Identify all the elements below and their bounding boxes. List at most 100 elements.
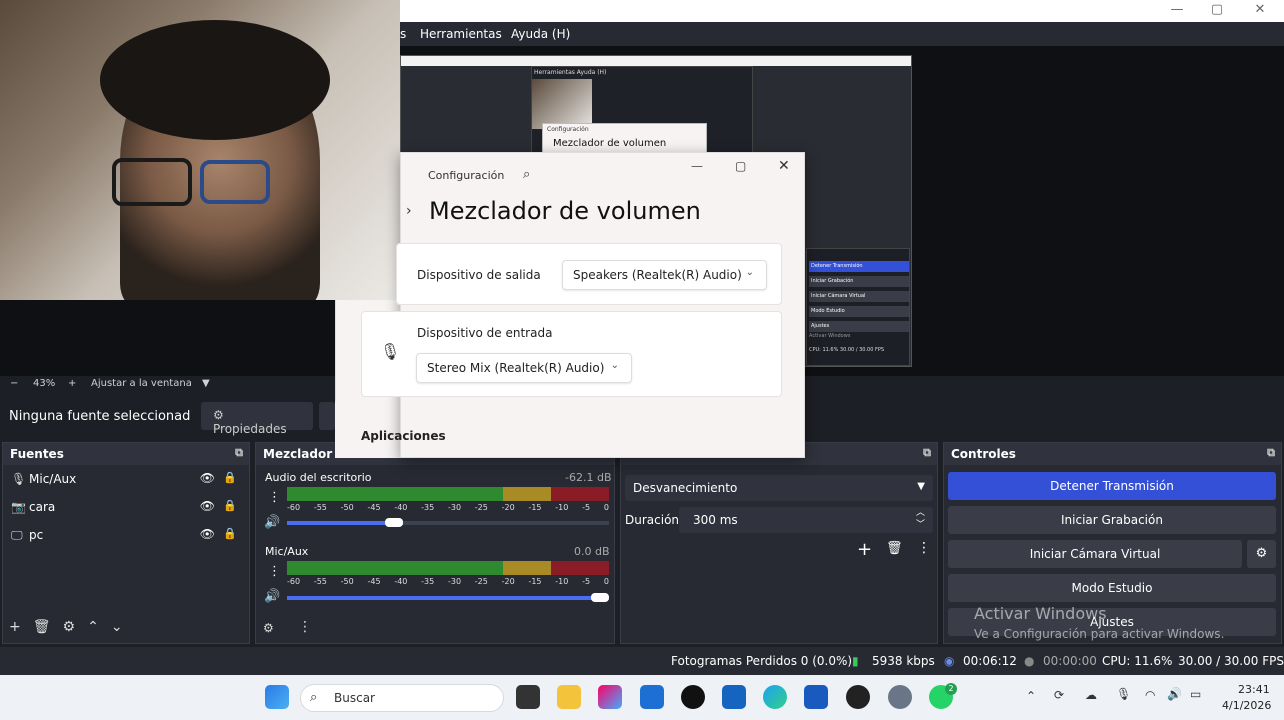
dialog-minimize-button[interactable]: — [691,159,703,173]
virtual-camera-button[interactable]: Iniciar Cámara Virtual [948,540,1242,568]
speaker-icon[interactable]: 🔊 [264,515,280,530]
search-placeholder: Buscar [334,691,375,705]
meter-tick-label: -10 [555,503,569,512]
menu-help[interactable]: Ayuda (H) [511,27,570,41]
eye-icon[interactable]: 👁 [200,499,215,513]
maximize-button[interactable]: ▢ [1202,2,1232,20]
fps: 30.00 / 30.00 FPS [1178,654,1284,668]
start-recording-button[interactable]: Iniciar Grabación [948,506,1276,534]
wifi-icon[interactable]: ◠ [1145,688,1155,702]
add-transition-icon[interactable]: + [857,539,872,560]
meter-tick-label: -5 [582,577,591,586]
volume-slider[interactable] [287,593,609,602]
channel-menu-icon[interactable]: ⋮ [268,564,281,579]
outlook-icon[interactable] [722,685,746,709]
zoom-out-button[interactable]: − [10,378,18,389]
trash-icon[interactable]: 🗑 [886,541,903,556]
mic-tray-icon[interactable]: 🎙 [1116,687,1131,701]
meter-tick-label: -35 [421,503,435,512]
mini-stop: Detener Transmisión [809,261,909,272]
audio-meter [287,487,609,501]
battery-icon[interactable]: ▭ [1190,687,1201,701]
dialog-close-button[interactable]: ✕ [778,158,790,174]
input-device-dropdown[interactable]: Stereo Mix (Realtek(R) Audio) ⌄ [416,353,632,383]
chevron-down-icon: ⌄ [745,267,754,278]
mini-vcam: Iniciar Cámara Virtual [809,291,909,302]
menu-tools[interactable]: Herramientas [420,27,502,41]
channel-menu-icon[interactable]: ⋮ [268,490,281,505]
meter-tick-label: 0 [603,503,609,512]
meter-tick-label: -45 [367,577,381,586]
obs-icon[interactable] [846,685,870,709]
input-device-value: Stereo Mix (Realtek(R) Audio) [427,361,605,375]
stepper-icon[interactable]: ︿ ﹀ [916,507,925,531]
dialog-maximize-button[interactable]: ▢ [735,159,746,173]
popout-icon[interactable]: ⧉ [235,446,243,460]
expand-chevron-icon[interactable]: › [406,203,412,219]
eye-icon[interactable]: 👁 [200,527,215,541]
duration-input[interactable]: 300 ms ︿ ﹀ [679,507,933,533]
clock-time[interactable]: 23:41 [1238,683,1270,696]
zoom-dropdown-icon[interactable]: ▼ [202,378,210,389]
transition-select[interactable]: Desvanecimiento ▼ [625,475,933,501]
meter-tick-label: -40 [394,503,408,512]
minimize-button[interactable]: — [1162,2,1192,20]
search-icon[interactable]: ⌕ [523,167,530,182]
mini-win: Activar Windows [809,333,851,339]
lock-icon[interactable]: 🔒 [223,527,237,540]
store-icon[interactable] [640,685,664,709]
tiktok-icon[interactable] [681,685,705,709]
popout-icon[interactable]: ⧉ [1267,446,1275,460]
windows-start-icon[interactable] [265,685,289,709]
studio-mode-button[interactable]: Modo Estudio [948,574,1276,602]
edge-icon[interactable] [763,685,787,709]
close-button[interactable]: ✕ [1245,2,1275,20]
tray-chevron-icon[interactable]: ⌃ [1026,689,1036,703]
volume-slider[interactable] [287,518,609,527]
trash-icon[interactable]: 🗑 [33,619,51,635]
cloud-icon[interactable]: ☁ [1085,688,1097,702]
eye-icon[interactable]: 👁 [200,471,215,485]
settings-app-icon[interactable] [888,685,912,709]
volume-knob[interactable] [591,593,609,602]
filters-button[interactable] [319,402,335,430]
meter-tick-label: -50 [340,503,354,512]
gear-icon[interactable]: ⚙ [63,619,76,635]
up-arrow-icon[interactable]: ⌃ [87,619,99,635]
lock-icon[interactable]: 🔒 [223,471,237,484]
mini-webcam [532,79,592,129]
mixer-settings-icon[interactable]: ⚙ [263,621,274,635]
mixer-menu-icon[interactable]: ⋮ [298,619,312,635]
sync-icon[interactable]: ⟳ [1054,688,1064,702]
clock-date[interactable]: 4/1/2026 [1222,699,1271,712]
menu-item-partial[interactable]: s [400,27,406,41]
meter-tick-label: -10 [555,577,569,586]
lock-icon[interactable]: 🔒 [223,499,237,512]
down-arrow-icon[interactable]: ⌄ [111,619,123,635]
transition-menu-icon[interactable]: ⋮ [917,540,931,556]
search-icon: ⌕ [310,690,318,705]
zoom-in-button[interactable]: + [68,378,76,389]
volume-icon[interactable]: 🔊 [1167,687,1182,701]
mini-studio: Modo Estudio [809,306,909,317]
speaker-icon[interactable]: 🔊 [264,589,280,604]
copilot-icon[interactable] [598,685,622,709]
virtual-camera-settings-icon[interactable]: ⚙ [1247,540,1276,568]
add-icon[interactable]: + [9,619,21,635]
volume-knob[interactable] [384,518,403,527]
fit-to-window[interactable]: Ajustar a la ventana [91,378,192,389]
source-item[interactable]: 📷 cara 👁 🔒 [3,493,249,521]
stop-stream-button[interactable]: Detener Transmisión [948,472,1276,500]
meter-tick-label: -60 [287,577,301,586]
file-explorer-icon[interactable] [557,685,581,709]
source-item[interactable]: 🎙 Mic/Aux 👁 🔒 [3,465,249,493]
source-item[interactable]: 🖵 pc 👁 🔒 [3,521,249,549]
meter-tick-label: -25 [474,503,488,512]
output-device-dropdown[interactable]: Speakers (Realtek(R) Audio) ⌄ [562,260,767,290]
properties-label: Propiedades [213,422,287,436]
popout-icon[interactable]: ⧉ [923,446,931,460]
word-icon[interactable] [804,685,828,709]
taskbar-search[interactable]: ⌕ Buscar [300,684,504,712]
properties-button[interactable]: ⚙ Propiedades [201,402,313,436]
task-view-icon[interactable] [516,685,540,709]
